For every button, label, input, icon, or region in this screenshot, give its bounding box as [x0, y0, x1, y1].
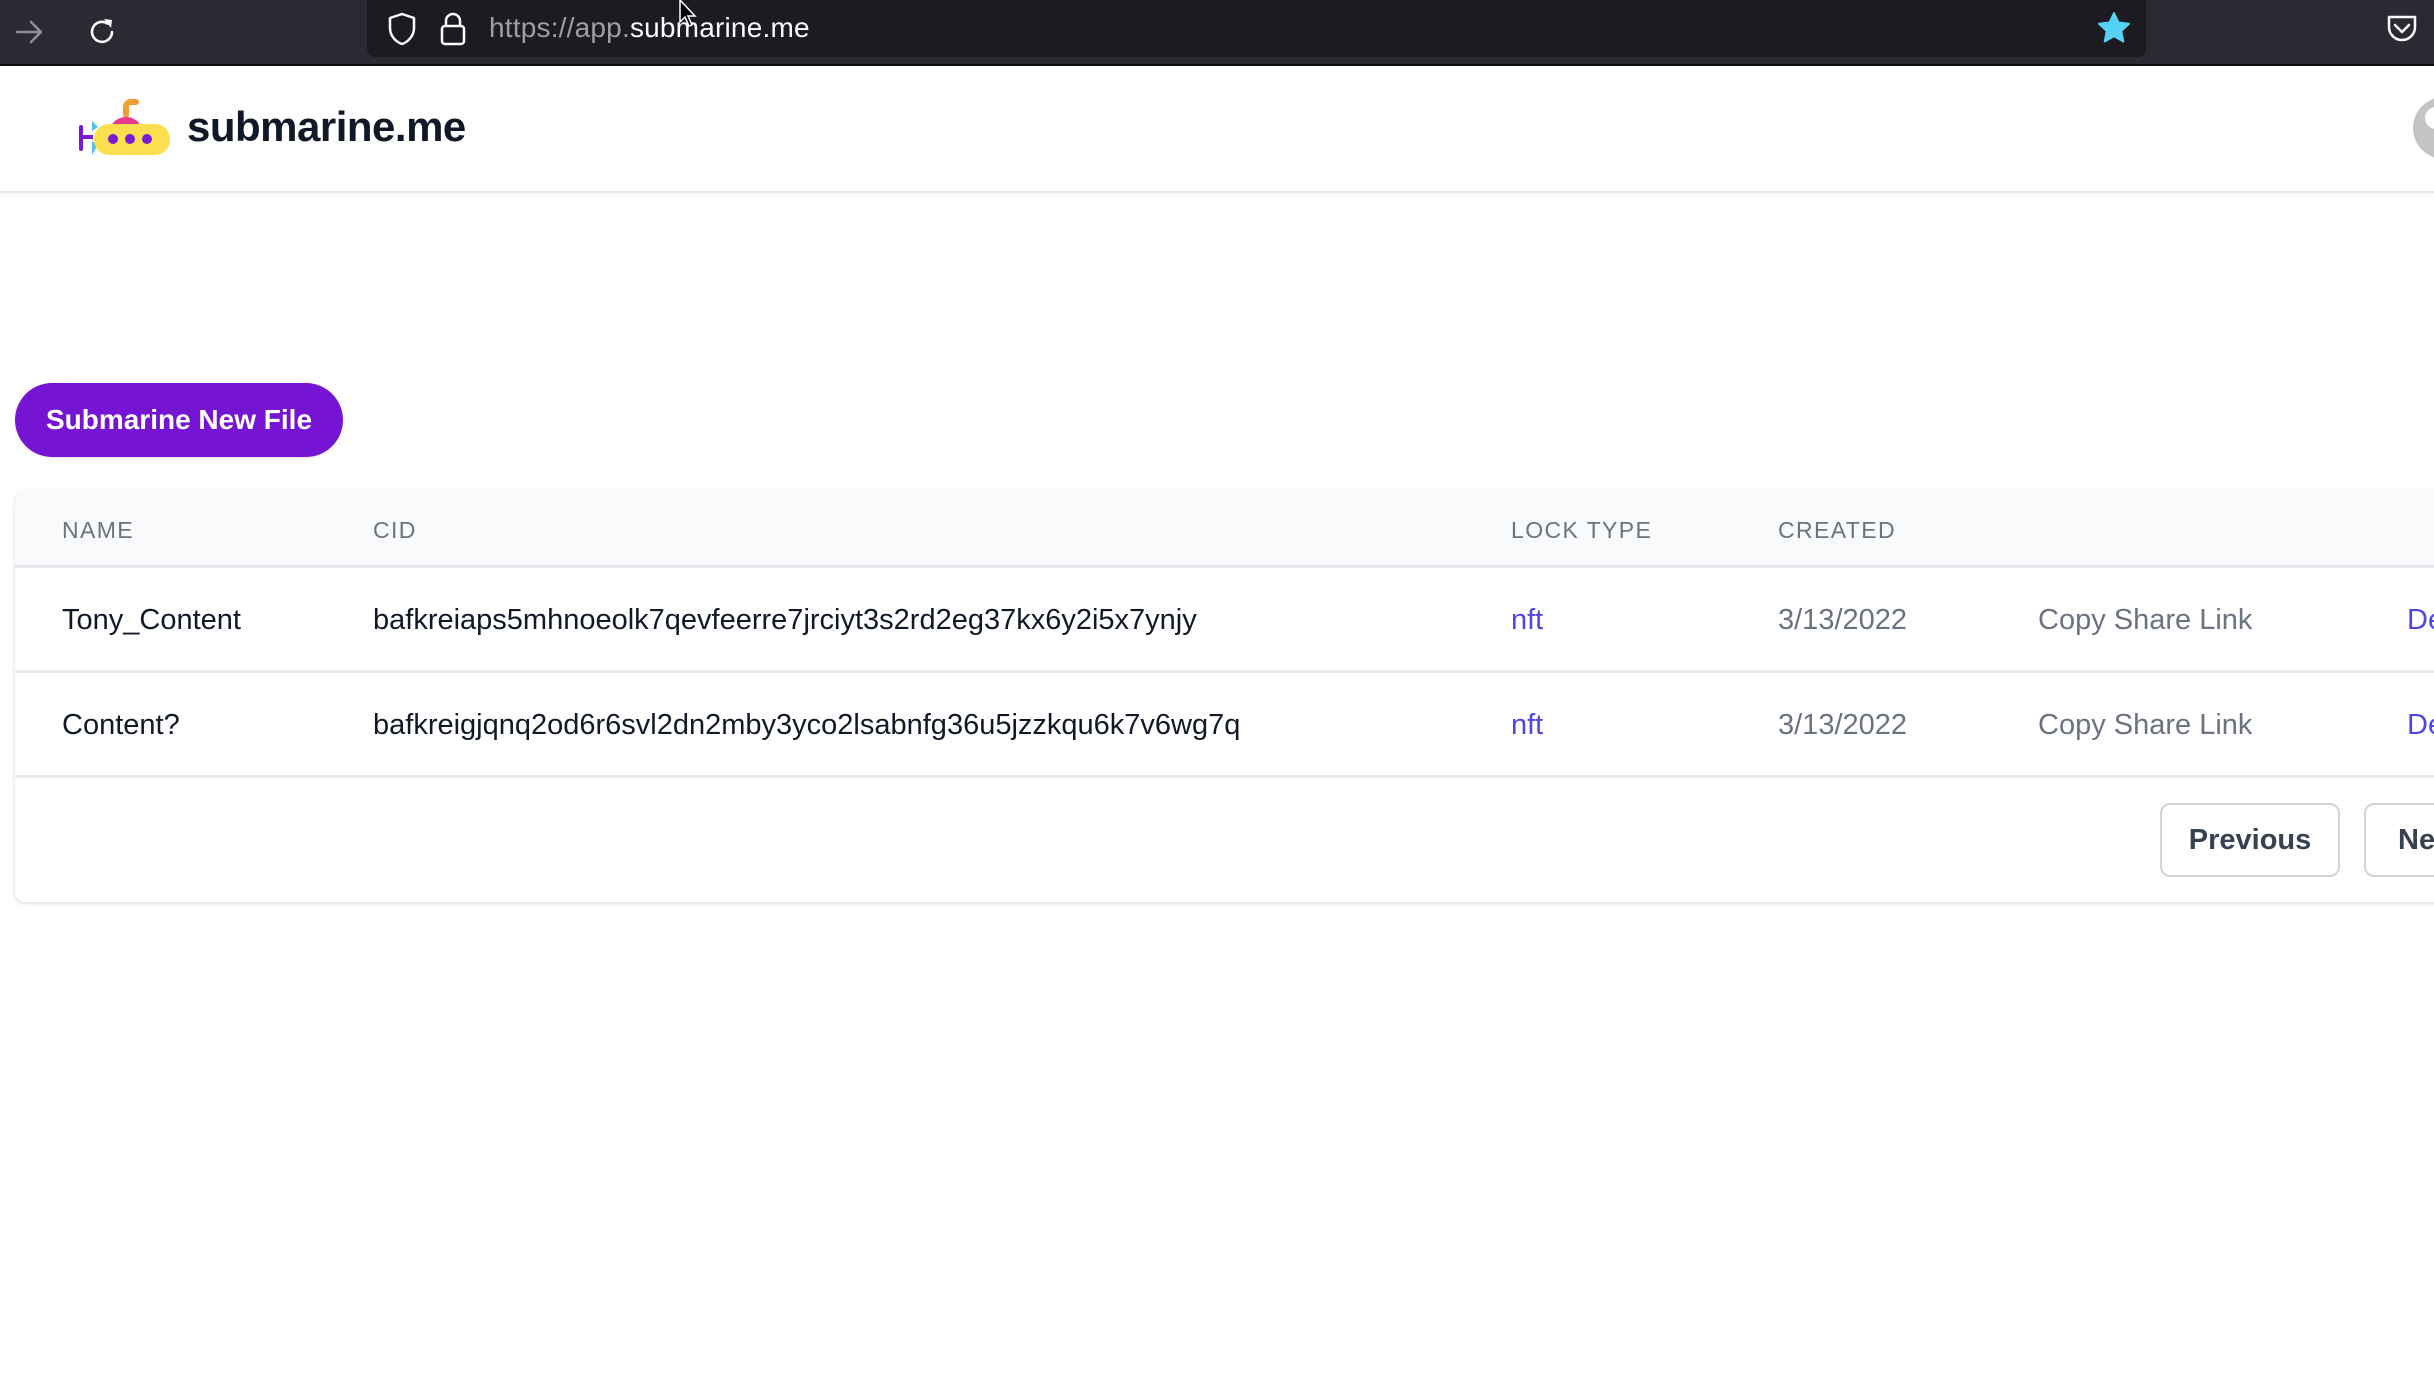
- delete-button[interactable]: Delete: [2407, 604, 2434, 637]
- files-table: NAME CID LOCK TYPE CREATED Tony_Content …: [15, 490, 2434, 902]
- table-row: Content? bafkreigjqnq2od6r6svl2dn2mby3yc…: [15, 673, 2434, 778]
- app-header: submarine.me: [0, 67, 2434, 193]
- table-header: NAME CID LOCK TYPE CREATED: [15, 490, 2434, 568]
- created-date: 3/13/2022: [1778, 709, 1908, 741]
- lock-icon[interactable]: [439, 11, 467, 52]
- column-header-lock-type: LOCK TYPE: [1511, 517, 1653, 543]
- copy-share-link-button[interactable]: Copy Share Link: [2038, 604, 2252, 637]
- created-date: 3/13/2022: [1778, 604, 1908, 636]
- delete-button[interactable]: Delete: [2407, 709, 2434, 742]
- column-header-created: CREATED: [1778, 517, 1896, 543]
- bookmark-star-icon[interactable]: [2096, 10, 2132, 51]
- reload-icon[interactable]: [82, 12, 122, 52]
- browser-toolbar: https://app.submarine.me: [0, 0, 2434, 66]
- file-name: Tony_Content: [62, 604, 241, 636]
- table-row: Tony_Content bafkreiaps5mhnoeolk7qevfeer…: [15, 568, 2434, 673]
- logo-text[interactable]: submarine.me: [187, 103, 466, 151]
- submarine-new-file-button[interactable]: Submarine New File: [15, 383, 343, 457]
- url-scheme: https://app.: [489, 12, 630, 43]
- mouse-cursor-icon: [678, 0, 700, 35]
- next-page-button[interactable]: Next: [2364, 803, 2434, 877]
- submarine-logo-icon[interactable]: [76, 97, 176, 163]
- user-avatar[interactable]: [2413, 97, 2434, 159]
- pocket-icon[interactable]: [2385, 13, 2419, 50]
- pagination: Previous Next: [15, 778, 2434, 902]
- url-domain: submarine.me: [629, 12, 810, 43]
- previous-page-button[interactable]: Previous: [2160, 803, 2340, 877]
- file-cid: bafkreigjqnq2od6r6svl2dn2mby3yco2lsabnfg…: [373, 709, 1241, 741]
- shield-icon[interactable]: [387, 12, 417, 51]
- file-name: Content?: [62, 709, 180, 741]
- lock-type-link[interactable]: nft: [1511, 604, 1543, 637]
- column-header-name: NAME: [62, 517, 135, 543]
- forward-arrow-icon[interactable]: [10, 12, 50, 52]
- url-bar[interactable]: https://app.submarine.me: [367, 0, 2146, 57]
- lock-type-link[interactable]: nft: [1511, 709, 1543, 742]
- file-cid: bafkreiaps5mhnoeolk7qevfeerre7jrciyt3s2r…: [373, 604, 1197, 636]
- url-text[interactable]: https://app.submarine.me: [489, 12, 810, 44]
- copy-share-link-button[interactable]: Copy Share Link: [2038, 709, 2252, 742]
- column-header-cid: CID: [373, 517, 417, 543]
